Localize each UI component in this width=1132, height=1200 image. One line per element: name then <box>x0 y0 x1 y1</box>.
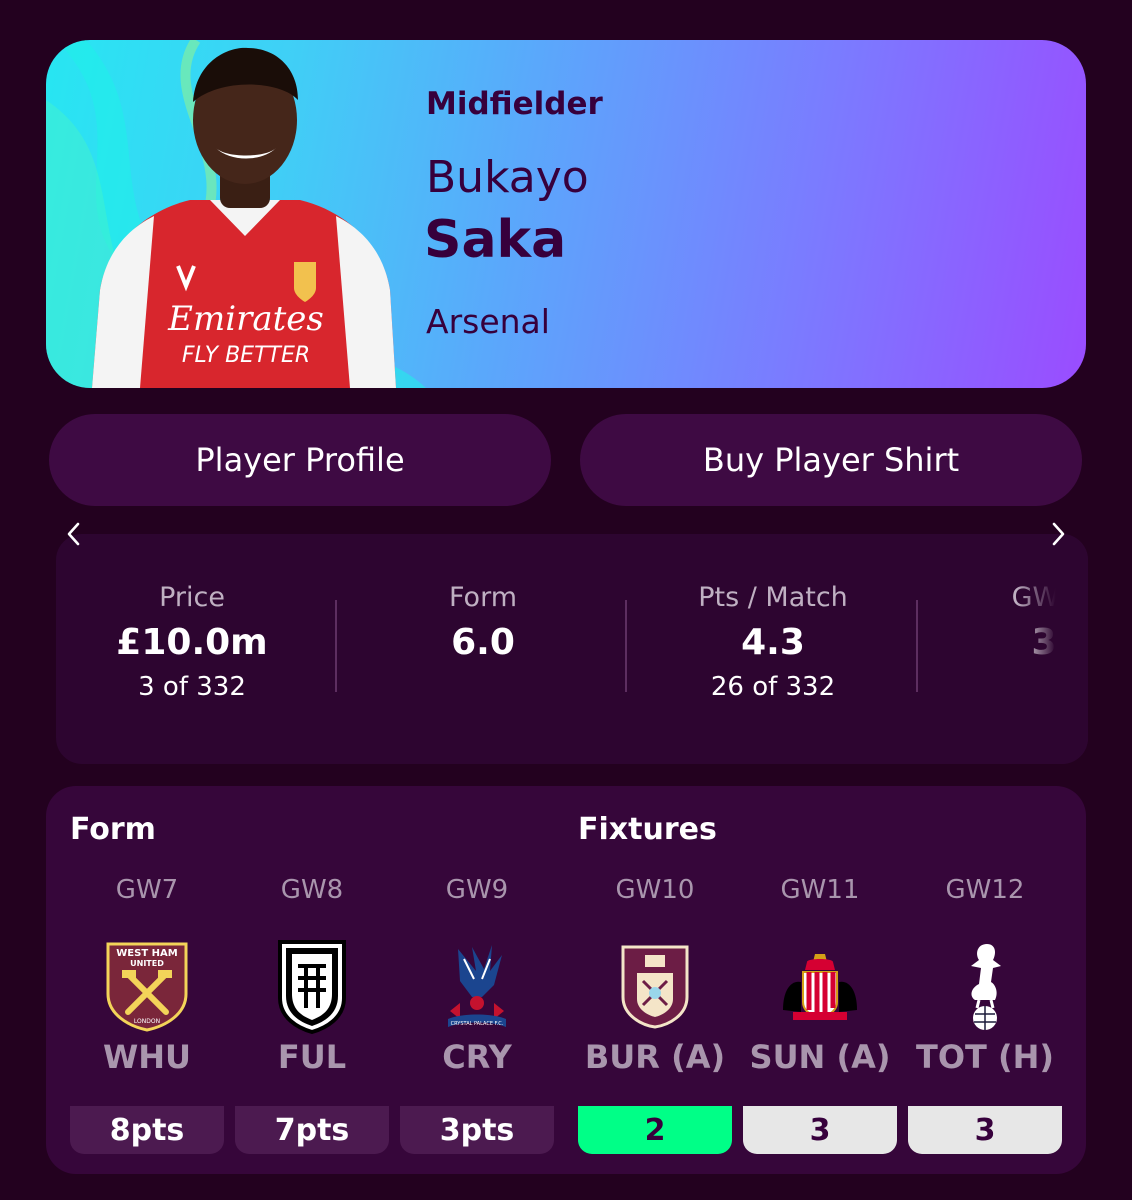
chevron-left-icon <box>67 522 80 546</box>
stat-label: Form <box>448 582 517 613</box>
svg-text:WEST HAM: WEST HAM <box>116 948 177 959</box>
chevron-right-icon <box>1052 522 1065 546</box>
gameweek-label: GW7 <box>115 875 179 905</box>
svg-text:UNITED: UNITED <box>130 959 164 968</box>
stat-form: Form 6.0 <box>353 582 613 672</box>
player-club: Arsenal <box>426 302 550 341</box>
form-fixtures-panel: Form Fixtures GW7 WEST HAM UNITED LONDON… <box>46 786 1086 1174</box>
svg-text:LONDON: LONDON <box>134 1018 160 1025</box>
form-title: Form <box>70 812 156 847</box>
stat-value: £10.0m <box>116 622 268 663</box>
carousel-next-button[interactable] <box>1044 516 1074 552</box>
player-position: Midfielder <box>426 86 603 122</box>
fixture-item[interactable]: GW10 BUR (A) 2 <box>578 872 732 1162</box>
crystal-palace-crest-icon: CRYSTAL PALACE F.C. <box>427 936 527 1036</box>
west-ham-crest-icon: WEST HAM UNITED LONDON <box>97 936 197 1036</box>
opponent-short-name: CRY <box>442 1038 512 1076</box>
fixture-item[interactable]: GW12 TOT (H) 3 <box>908 872 1062 1162</box>
form-item[interactable]: GW9 CRYSTAL PALACE F.C. CRY 3pts <box>400 872 554 1162</box>
fixture-item[interactable]: GW11 SUN (A) 3 <box>743 872 897 1162</box>
player-photo: Emirates FLY BETTER <box>92 47 396 388</box>
points-pill: 3pts <box>400 1106 554 1154</box>
player-profile-button[interactable]: Player Profile <box>49 414 551 506</box>
points-pill: 7pts <box>235 1106 389 1154</box>
fade-overlay <box>1016 534 1088 764</box>
stat-price: Price £10.0m 3 of 332 <box>62 582 322 702</box>
stat-rank: 26 of 332 <box>710 672 836 702</box>
stat-pts-per-match: Pts / Match 4.3 26 of 332 <box>643 582 903 702</box>
carousel-prev-button[interactable] <box>58 516 88 552</box>
fixture-difficulty-pill: 2 <box>578 1106 732 1154</box>
player-last-name: Saka <box>424 210 567 270</box>
stat-rank: 3 of 332 <box>138 672 246 702</box>
gameweek-label: GW9 <box>445 875 509 905</box>
stat-divider <box>335 600 337 692</box>
stat-label: Pts / Match <box>698 582 848 613</box>
opponent-short-name: TOT (H) <box>915 1038 1055 1076</box>
stat-value: 4.3 <box>741 622 805 663</box>
burnley-crest-icon <box>605 936 705 1036</box>
svg-text:Emirates: Emirates <box>167 299 324 339</box>
svg-text:FLY BETTER: FLY BETTER <box>182 343 310 368</box>
points-pill: 8pts <box>70 1106 224 1154</box>
gameweek-label: GW11 <box>780 875 860 905</box>
sunderland-crest-icon <box>770 936 870 1036</box>
fixture-difficulty-pill: 3 <box>908 1106 1062 1154</box>
fulham-crest-icon <box>262 936 362 1036</box>
stats-carousel: Price £10.0m 3 of 332 Form 6.0 Pts / Mat… <box>56 534 1088 764</box>
buy-player-shirt-button[interactable]: Buy Player Shirt <box>580 414 1082 506</box>
stat-label: Price <box>159 582 225 613</box>
form-item[interactable]: GW7 WEST HAM UNITED LONDON WHU 8pts <box>70 872 224 1162</box>
form-item[interactable]: GW8 FUL 7pts <box>235 872 389 1162</box>
stat-divider <box>625 600 627 692</box>
gameweek-label: GW10 <box>615 875 695 905</box>
fixture-difficulty-pill: 3 <box>743 1106 897 1154</box>
stat-value: 6.0 <box>451 622 515 663</box>
gameweek-label: GW8 <box>280 875 344 905</box>
player-first-name: Bukayo <box>426 152 589 203</box>
gameweek-label: GW12 <box>945 875 1025 905</box>
fixtures-title: Fixtures <box>578 812 717 847</box>
tottenham-crest-icon <box>935 936 1035 1036</box>
svg-text:CRYSTAL PALACE F.C.: CRYSTAL PALACE F.C. <box>451 1021 504 1027</box>
player-hero-card: Emirates FLY BETTER Midfielder Bukayo Sa… <box>46 40 1086 388</box>
